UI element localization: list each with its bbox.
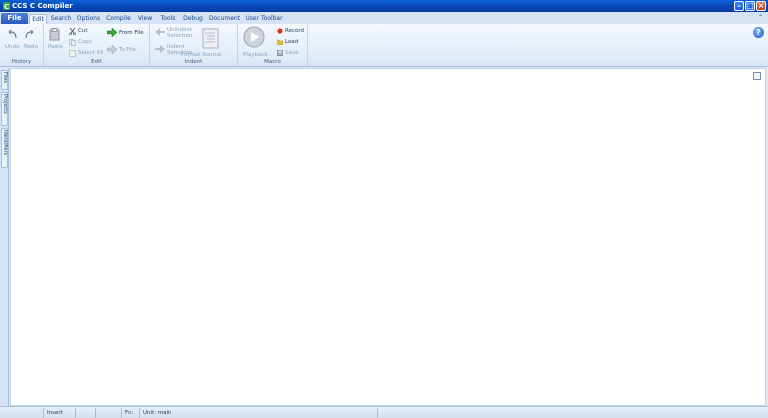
select-all-button[interactable]: Select All: [78, 50, 104, 56]
minimize-button[interactable]: –: [734, 1, 744, 11]
paste-button[interactable]: Paste: [48, 44, 63, 50]
from-file-icon: [107, 28, 117, 37]
tab-file[interactable]: File: [1, 13, 28, 24]
status-cell-empty-4: [378, 408, 768, 418]
group-label-indent: Indent: [184, 59, 203, 65]
side-tab-identifiers[interactable]: Identifiers: [1, 128, 8, 168]
tab-search[interactable]: Search: [50, 14, 72, 24]
tab-debug[interactable]: Debug: [182, 14, 204, 24]
unindent-icon: [155, 28, 165, 36]
playback-icon: [243, 26, 265, 48]
tab-tools[interactable]: Tools: [158, 14, 178, 24]
maximize-button[interactable]: □: [745, 1, 755, 11]
close-button[interactable]: ×: [756, 1, 766, 11]
paste-icon: [49, 28, 60, 41]
ribbon-collapse-icon[interactable]: ⌃: [758, 14, 763, 21]
group-label-history: History: [11, 59, 32, 65]
select-all-icon: [69, 50, 76, 57]
tab-options[interactable]: Options: [76, 14, 101, 24]
group-history: Undo Redo History: [0, 24, 44, 66]
svg-text:C: C: [4, 3, 9, 10]
format-source-icon: [202, 28, 219, 49]
status-cell-empty-3: [96, 408, 122, 418]
side-tab-projects-label: Projects: [2, 94, 8, 114]
side-tab-files-label: Files: [2, 72, 8, 83]
close-icon: ×: [757, 1, 765, 10]
playback-button[interactable]: Playback: [243, 52, 268, 58]
format-source-button[interactable]: Format Source: [181, 52, 221, 58]
status-cell-empty-1: [0, 408, 44, 418]
editor-area[interactable]: [10, 68, 766, 406]
app-icon: C: [3, 2, 10, 10]
to-file-icon: [107, 45, 117, 54]
to-file-button[interactable]: To File: [119, 47, 136, 53]
save-button[interactable]: Save: [285, 50, 299, 56]
tab-document[interactable]: Document: [209, 14, 240, 24]
undo-button[interactable]: Undo: [5, 44, 19, 50]
indent-icon: [155, 45, 165, 53]
tab-edit[interactable]: Edit: [29, 14, 47, 24]
group-macro: Playback Record Load Save Macro: [238, 24, 308, 66]
copy-icon: [69, 39, 76, 46]
side-tab-identifiers-label: Identifiers: [2, 130, 8, 156]
record-button[interactable]: Record: [285, 28, 304, 34]
title-bar: C CCS C Compiler – □ ×: [0, 0, 768, 12]
group-edit: Paste Cut Copy Select All From File To F…: [44, 24, 150, 66]
undo-icon: [8, 30, 17, 39]
redo-icon: [25, 30, 34, 39]
status-fn-prefix: Fn:: [122, 408, 140, 418]
folder-icon: [277, 39, 283, 45]
status-insert-mode: Insert: [44, 408, 76, 418]
tab-view[interactable]: View: [137, 14, 153, 24]
tab-compile[interactable]: Compile: [105, 14, 132, 24]
unindent-label-line2: Selection: [167, 33, 193, 39]
load-button[interactable]: Load: [285, 39, 298, 45]
record-icon: [277, 28, 283, 34]
help-icon[interactable]: ?: [753, 27, 764, 38]
side-tab-projects[interactable]: Projects: [1, 92, 8, 126]
unindent-selection-button[interactable]: Unindent Selection: [167, 27, 192, 39]
minimize-icon: –: [737, 1, 741, 10]
save-icon: [277, 50, 283, 56]
tab-user-toolbar[interactable]: User Toolbar: [245, 14, 283, 24]
group-label-macro: Macro: [264, 59, 281, 65]
redo-button[interactable]: Redo: [24, 44, 38, 50]
status-unit: Unit: main: [140, 408, 378, 418]
ribbon: Undo Redo History Paste Cut Copy Select …: [0, 24, 768, 67]
from-file-button[interactable]: From File: [119, 30, 144, 36]
scissors-icon: [69, 28, 76, 35]
document-options-icon[interactable]: [753, 72, 761, 80]
window-title: CCS C Compiler: [12, 2, 73, 10]
ribbon-tab-strip: File Edit Search Options Compile View To…: [0, 12, 768, 24]
status-cell-empty-2: [76, 408, 96, 418]
maximize-icon: □: [746, 1, 754, 10]
group-indent: Unindent Selection Indent Selection Form…: [150, 24, 238, 66]
copy-button[interactable]: Copy: [78, 39, 92, 45]
group-label-edit: Edit: [91, 59, 102, 65]
side-panel-tabs: Files Projects Identifiers: [0, 68, 9, 406]
side-tab-files[interactable]: Files: [1, 70, 8, 90]
cut-button[interactable]: Cut: [78, 28, 87, 34]
status-bar: Insert Fn: Unit: main: [0, 406, 768, 418]
